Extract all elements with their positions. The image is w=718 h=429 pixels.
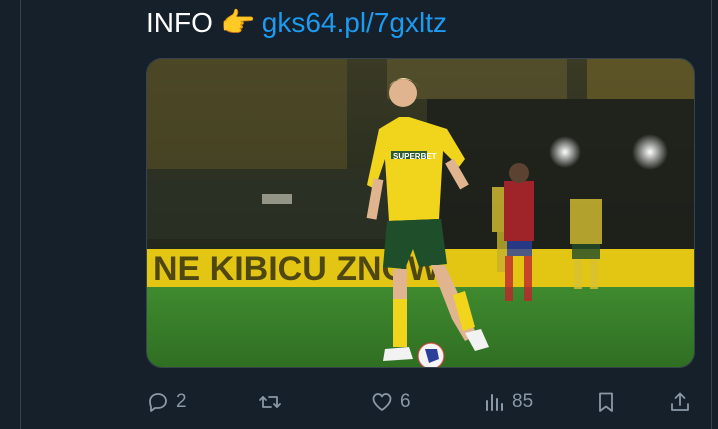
bookmark-icon [599,392,613,412]
heart-icon [372,393,392,411]
views-count: 85 [512,391,534,412]
retweet-icon [259,396,281,408]
views-button[interactable]: 85 [482,386,533,418]
share-icon [671,392,689,411]
views-chart-icon [486,394,503,411]
tweet-actions: 2 6 85 [146,386,695,418]
tweet-media-photo[interactable]: NE KIBICU ZNOW SUPERBET [146,58,695,368]
bookmark-button[interactable] [594,386,618,418]
share-button[interactable] [668,386,692,418]
timeline-border-right [711,0,712,429]
like-count: 6 [400,391,411,412]
pointing-right-emoji: 👉 [220,7,256,38]
reply-button[interactable]: 2 [146,386,187,418]
reply-icon [149,393,167,412]
retweet-button[interactable] [258,386,288,418]
tweet-text-prefix: INFO [146,7,213,38]
tweet-text: INFO 👉 gks64.pl/7gxltz [146,6,447,40]
timeline-border-left [20,0,21,429]
shirt-sponsor: SUPERBET [393,152,437,161]
like-button[interactable]: 6 [370,386,411,418]
football-photo: NE KIBICU ZNOW SUPERBET [147,59,694,367]
tweet-link[interactable]: gks64.pl/7gxltz [262,7,447,38]
tweet-page: INFO 👉 gks64.pl/7gxltz NE KIBICU ZNOW SU… [0,0,718,429]
reply-count: 2 [176,391,187,412]
